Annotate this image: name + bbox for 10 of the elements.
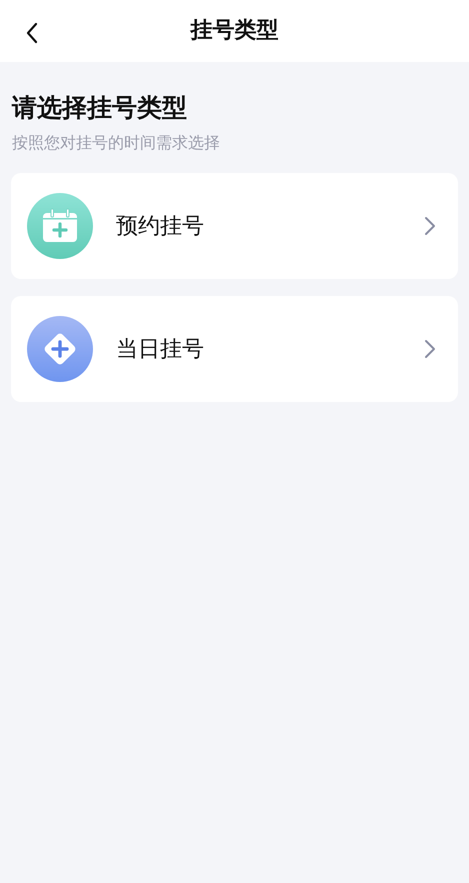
option-label: 当日挂号: [116, 336, 205, 364]
back-icon[interactable]: [25, 22, 39, 44]
option-card[interactable]: 预约挂号: [11, 173, 458, 280]
page-title: 挂号类型: [190, 20, 278, 42]
chevron-right-icon: [424, 216, 436, 236]
section-heading: 请选择挂号类型: [12, 92, 188, 124]
chevron-right-icon: [424, 339, 436, 360]
option-label: 预约挂号: [116, 212, 205, 241]
option-card[interactable]: 当日挂号: [11, 296, 458, 402]
section-subtitle: 按照您对挂号的时间需求选择: [12, 132, 221, 154]
